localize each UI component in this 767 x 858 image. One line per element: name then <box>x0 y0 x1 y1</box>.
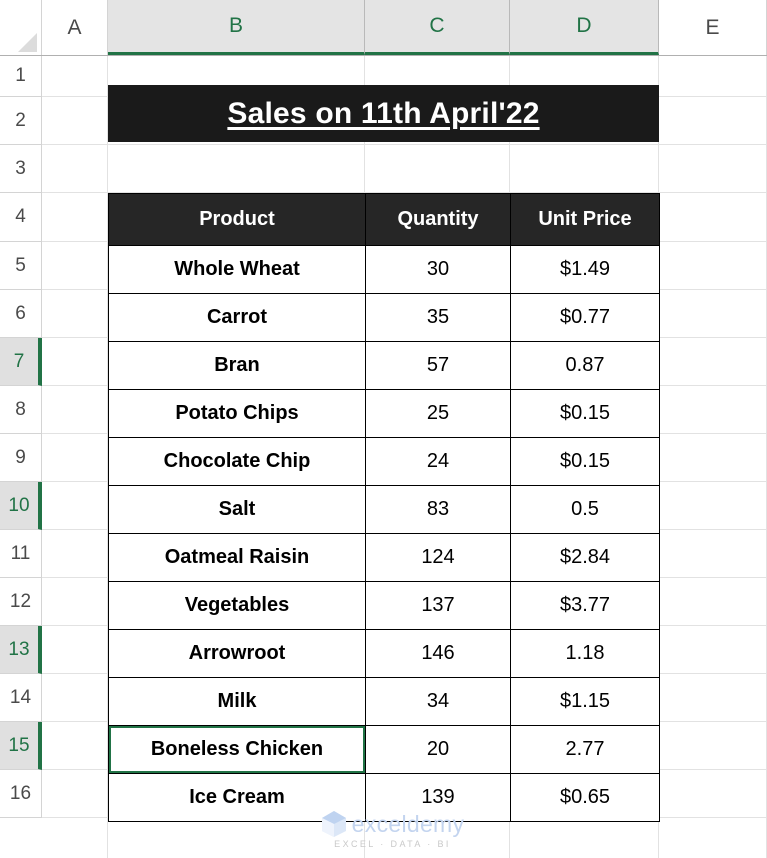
sales-table: Product Quantity Unit Price Whole Wheat 3… <box>108 193 660 822</box>
select-all-corner-button[interactable] <box>0 0 42 55</box>
row-header-strip[interactable]: 1 2 3 4 5 6 7 8 9 10 11 12 13 14 15 16 <box>0 56 42 858</box>
cell-quantity[interactable]: 20 <box>365 725 511 774</box>
cell-product[interactable]: Salt <box>108 485 366 534</box>
table-row[interactable]: Potato Chips 25 $0.15 <box>108 389 660 438</box>
row-header-6[interactable]: 6 <box>0 290 42 338</box>
column-header-quantity[interactable]: Quantity <box>365 193 511 246</box>
cell-unit-price[interactable]: $0.15 <box>510 389 660 438</box>
column-header-d[interactable]: D <box>510 0 659 55</box>
row-header-7[interactable]: 7 <box>0 338 42 386</box>
cell-quantity[interactable]: 137 <box>365 581 511 630</box>
cell-unit-price[interactable]: $0.15 <box>510 437 660 486</box>
row-header-14[interactable]: 14 <box>0 674 42 722</box>
report-title-banner[interactable]: Sales on 11th April'22 <box>108 85 659 142</box>
table-row[interactable]: Ice Cream 139 $0.65 <box>108 773 660 822</box>
cell-unit-price[interactable]: 0.87 <box>510 341 660 390</box>
table-row[interactable]: Vegetables 137 $3.77 <box>108 581 660 630</box>
table-row[interactable]: Salt 83 0.5 <box>108 485 660 534</box>
table-row[interactable]: Whole Wheat 30 $1.49 <box>108 245 660 294</box>
page-title: Sales on 11th April'22 <box>227 96 540 130</box>
row-header-1[interactable]: 1 <box>0 56 42 97</box>
select-all-triangle-icon <box>18 33 37 52</box>
row-header-4[interactable]: 4 <box>0 193 42 242</box>
row-header-2[interactable]: 2 <box>0 97 42 145</box>
cell-unit-price[interactable]: $1.49 <box>510 245 660 294</box>
column-header-e[interactable]: E <box>659 0 767 55</box>
cell-unit-price[interactable]: $0.65 <box>510 773 660 822</box>
cell-product[interactable]: Potato Chips <box>108 389 366 438</box>
column-header-product[interactable]: Product <box>108 193 366 246</box>
table-body: Whole Wheat 30 $1.49 Carrot 35 $0.77 Bran 57 0.8… <box>108 245 660 822</box>
cell-quantity[interactable]: 139 <box>365 773 511 822</box>
cell-product[interactable]: Boneless Chicken <box>108 725 366 774</box>
cell-unit-price[interactable]: $3.77 <box>510 581 660 630</box>
cell-quantity[interactable]: 30 <box>365 245 511 294</box>
table-row[interactable]: Carrot 35 $0.77 <box>108 293 660 342</box>
cell-unit-price[interactable]: $0.77 <box>510 293 660 342</box>
row-header-3[interactable]: 3 <box>0 145 42 193</box>
cell-quantity[interactable]: 57 <box>365 341 511 390</box>
column-header-strip[interactable]: ABCDE <box>0 0 767 56</box>
cell-unit-price[interactable]: $1.15 <box>510 677 660 726</box>
column-header-a[interactable]: A <box>42 0 108 55</box>
column-header-unit-price[interactable]: Unit Price <box>510 193 660 246</box>
cell-product[interactable]: Vegetables <box>108 581 366 630</box>
cell-unit-price[interactable]: $2.84 <box>510 533 660 582</box>
row-header-12[interactable]: 12 <box>0 578 42 626</box>
table-row[interactable]: Oatmeal Raisin 124 $2.84 <box>108 533 660 582</box>
table-row[interactable]: Arrowroot 146 1.18 <box>108 629 660 678</box>
cell-quantity[interactable]: 35 <box>365 293 511 342</box>
row-header-16[interactable]: 16 <box>0 770 42 818</box>
cell-quantity[interactable]: 25 <box>365 389 511 438</box>
cell-unit-price[interactable]: 0.5 <box>510 485 660 534</box>
cell-product[interactable]: Milk <box>108 677 366 726</box>
row-header-15[interactable]: 15 <box>0 722 42 770</box>
cell-product[interactable]: Bran <box>108 341 366 390</box>
table-row[interactable]: Bran 57 0.87 <box>108 341 660 390</box>
row-header-5[interactable]: 5 <box>0 242 42 290</box>
row-header-11[interactable]: 11 <box>0 530 42 578</box>
row-header-13[interactable]: 13 <box>0 626 42 674</box>
cell-quantity[interactable]: 83 <box>365 485 511 534</box>
cell-quantity[interactable]: 124 <box>365 533 511 582</box>
cell-unit-price[interactable]: 2.77 <box>510 725 660 774</box>
cell-product[interactable]: Carrot <box>108 293 366 342</box>
column-header-b[interactable]: B <box>108 0 365 55</box>
cell-product[interactable]: Ice Cream <box>108 773 366 822</box>
row-header-8[interactable]: 8 <box>0 386 42 434</box>
cell-quantity[interactable]: 34 <box>365 677 511 726</box>
column-header-c[interactable]: C <box>365 0 510 55</box>
table-row[interactable]: Milk 34 $1.15 <box>108 677 660 726</box>
cell-product[interactable]: Chocolate Chip <box>108 437 366 486</box>
cell-product[interactable]: Oatmeal Raisin <box>108 533 366 582</box>
row-header-10[interactable]: 10 <box>0 482 42 530</box>
cell-product[interactable]: Arrowroot <box>108 629 366 678</box>
cell-quantity[interactable]: 146 <box>365 629 511 678</box>
cell-unit-price[interactable]: 1.18 <box>510 629 660 678</box>
cell-product[interactable]: Whole Wheat <box>108 245 366 294</box>
table-row[interactable]: Boneless Chicken 20 2.77 <box>108 725 660 774</box>
table-row[interactable]: Chocolate Chip 24 $0.15 <box>108 437 660 486</box>
table-header-row: Product Quantity Unit Price <box>108 193 660 246</box>
row-header-9[interactable]: 9 <box>0 434 42 482</box>
cell-quantity[interactable]: 24 <box>365 437 511 486</box>
spreadsheet-grid: 1 2 3 4 5 6 7 8 9 10 11 12 13 14 15 16 ABCDE Sales on 1… <box>0 0 767 858</box>
